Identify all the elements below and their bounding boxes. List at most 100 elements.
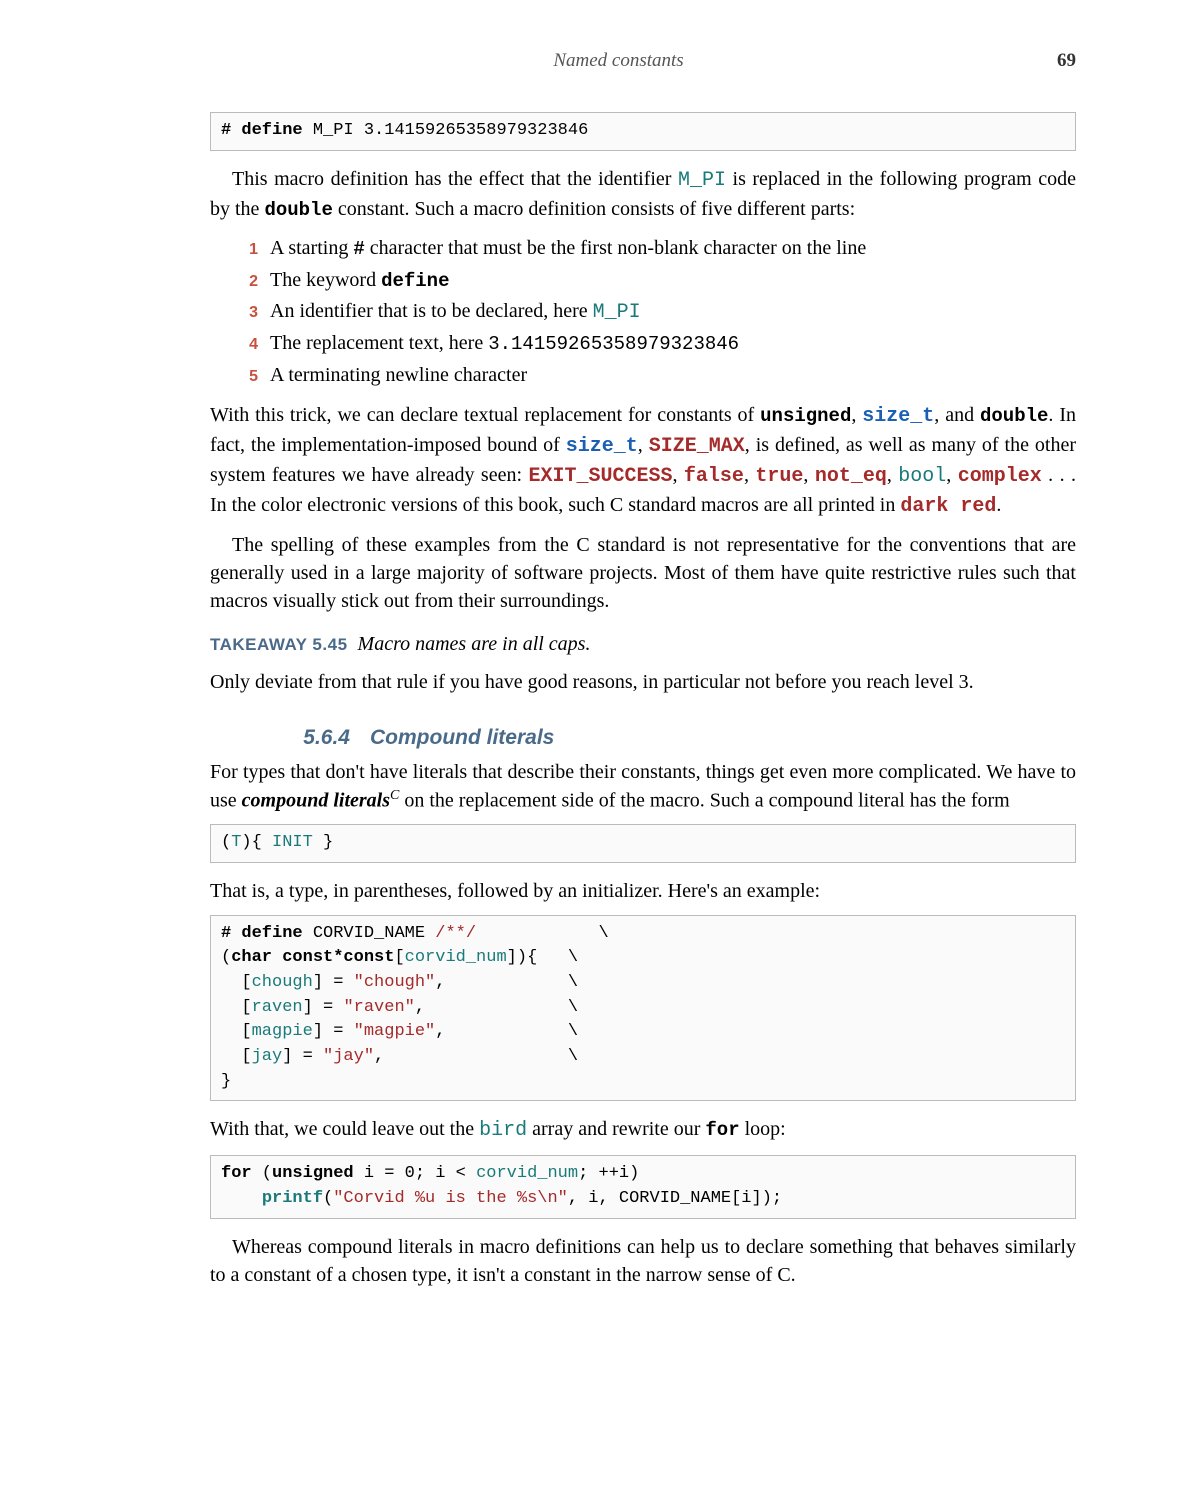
text: . (996, 494, 1001, 516)
paragraph: With that, we could leave out the bird a… (210, 1115, 1076, 1145)
list-item: 3 An identifier that is to be declared, h… (240, 296, 1076, 328)
section-number: 5.6.4 (180, 726, 350, 750)
list-number: 3 (240, 301, 258, 326)
paragraph: Only deviate from that rule if you have … (210, 668, 1076, 696)
paragraph: For types that don't have literals that … (210, 758, 1076, 815)
keyword-double: double (980, 405, 1048, 427)
text: , i, CORVID_NAME[i]); (568, 1189, 782, 1208)
section-title: Compound literals (370, 726, 554, 750)
text: constant. Such a macro definition consis… (333, 198, 855, 220)
identifier: jay (252, 1047, 283, 1066)
text: This macro definition has the effect tha… (232, 168, 678, 190)
text: [ (221, 1022, 252, 1041)
text: ]){ \ (507, 948, 578, 967)
identifier: chough (252, 973, 313, 992)
section-heading: 5.6.4 Compound literals (180, 726, 1076, 750)
text: ( (221, 833, 231, 852)
code-text: M_PI 3.14159265358979323846 (303, 121, 589, 140)
list-item: 5 A terminating newline character (240, 360, 1076, 391)
numbered-list: 1 A starting # character that must be the… (240, 233, 1076, 390)
string-literal: "raven" (343, 998, 414, 1017)
text: ( (221, 948, 231, 967)
code-for-loop: for (unsigned i = 0; i < corvid_num; ++i… (210, 1155, 1076, 1218)
text: With this trick, we can declare textual … (210, 404, 760, 426)
takeaway-label: TAKEAWAY 5.45 (210, 635, 348, 654)
code-corvid-name: # define CORVID_NAME /**/ \ (char const*… (210, 915, 1076, 1101)
text (221, 1189, 262, 1208)
list-item: 4The replacement text, here 3.1415926535… (240, 328, 1076, 359)
identifier-mpi: M_PI (678, 169, 726, 192)
text: A terminating newline character (270, 360, 527, 391)
page-header: Named constants 69 (180, 50, 1076, 72)
takeaway-text: Macro names are in all caps. (358, 633, 591, 655)
code-define-mpi: # define M_PI 3.14159265358979323846 (210, 112, 1076, 151)
list-number: 2 (240, 270, 258, 295)
text: array and rewrite our (527, 1118, 705, 1140)
list-item: 2 The keyword define (240, 265, 1076, 296)
macro-false: false (684, 465, 744, 488)
text: , (803, 464, 814, 486)
page: Named constants 69 # define M_PI 3.14159… (0, 0, 1196, 1500)
text: , and (934, 404, 980, 426)
text: ] = (303, 998, 344, 1017)
list-number: 4 (240, 333, 258, 358)
function-printf: printf (262, 1189, 323, 1208)
macro-exit-success: EXIT_SUCCESS (528, 465, 672, 488)
paragraph: Whereas compound literals in macro defin… (210, 1233, 1076, 1289)
paragraph: This macro definition has the effect tha… (210, 165, 1076, 224)
text: , \ (374, 1047, 578, 1066)
keyword-double: double (264, 199, 332, 221)
text: , (851, 404, 862, 426)
identifier-mpi: M_PI (593, 301, 641, 324)
code-literal-form: (T){ INIT } (210, 824, 1076, 863)
list-item: 1 A starting # character that must be the… (240, 233, 1076, 264)
string-literal: "chough" (354, 973, 436, 992)
continuation: \ (476, 924, 609, 943)
comment: /**/ (435, 924, 476, 943)
keyword-define: define (381, 270, 449, 292)
text: The keyword (270, 269, 381, 291)
text: [ (394, 948, 404, 967)
define-keyword: define (231, 924, 302, 943)
macro-complex: complex (958, 465, 1042, 488)
text: A starting (270, 237, 353, 259)
list-number: 5 (240, 365, 258, 390)
text: } (313, 833, 333, 852)
string-literal: "Corvid %u is the %s\n" (333, 1189, 568, 1208)
macro-size-max: SIZE_MAX (649, 435, 745, 458)
type-size-t: size_t (566, 435, 638, 458)
color-dark-red: dark red (900, 495, 996, 518)
text: [ (221, 1047, 252, 1066)
text: , \ (435, 1022, 578, 1041)
text: , (672, 464, 683, 486)
text: , (946, 464, 957, 486)
text: } (221, 1072, 231, 1091)
type-bool: bool (898, 465, 946, 488)
list-number: 1 (240, 238, 258, 263)
text: ( (323, 1189, 333, 1208)
text: , (744, 464, 755, 486)
text: , (638, 434, 649, 456)
text: An identifier that is to be declared, he… (270, 300, 593, 322)
type-size-t: size_t (862, 405, 934, 428)
macro-name: CORVID_NAME (303, 924, 436, 943)
hash: # (221, 924, 231, 943)
text: ] = (282, 1047, 323, 1066)
macro-true: true (755, 465, 803, 488)
text: character that must be the first non-bla… (365, 237, 866, 259)
text: , (887, 464, 898, 486)
text: , \ (415, 998, 578, 1017)
paragraph: That is, a type, in parentheses, followe… (210, 877, 1076, 905)
text: i = 0; i < (354, 1164, 476, 1183)
macro-not-eq: not_eq (815, 465, 887, 488)
header-title: Named constants (553, 50, 683, 72)
text: ( (252, 1164, 272, 1183)
keyword-unsigned: unsigned (272, 1164, 354, 1183)
text: The replacement text, here (270, 332, 488, 354)
type-keywords: char const*const (231, 948, 394, 967)
identifier-bird: bird (479, 1119, 527, 1142)
hash-char: # (353, 238, 364, 260)
identifier: corvid_num (476, 1164, 578, 1183)
text: loop: (740, 1118, 786, 1140)
string-literal: "jay" (323, 1047, 374, 1066)
